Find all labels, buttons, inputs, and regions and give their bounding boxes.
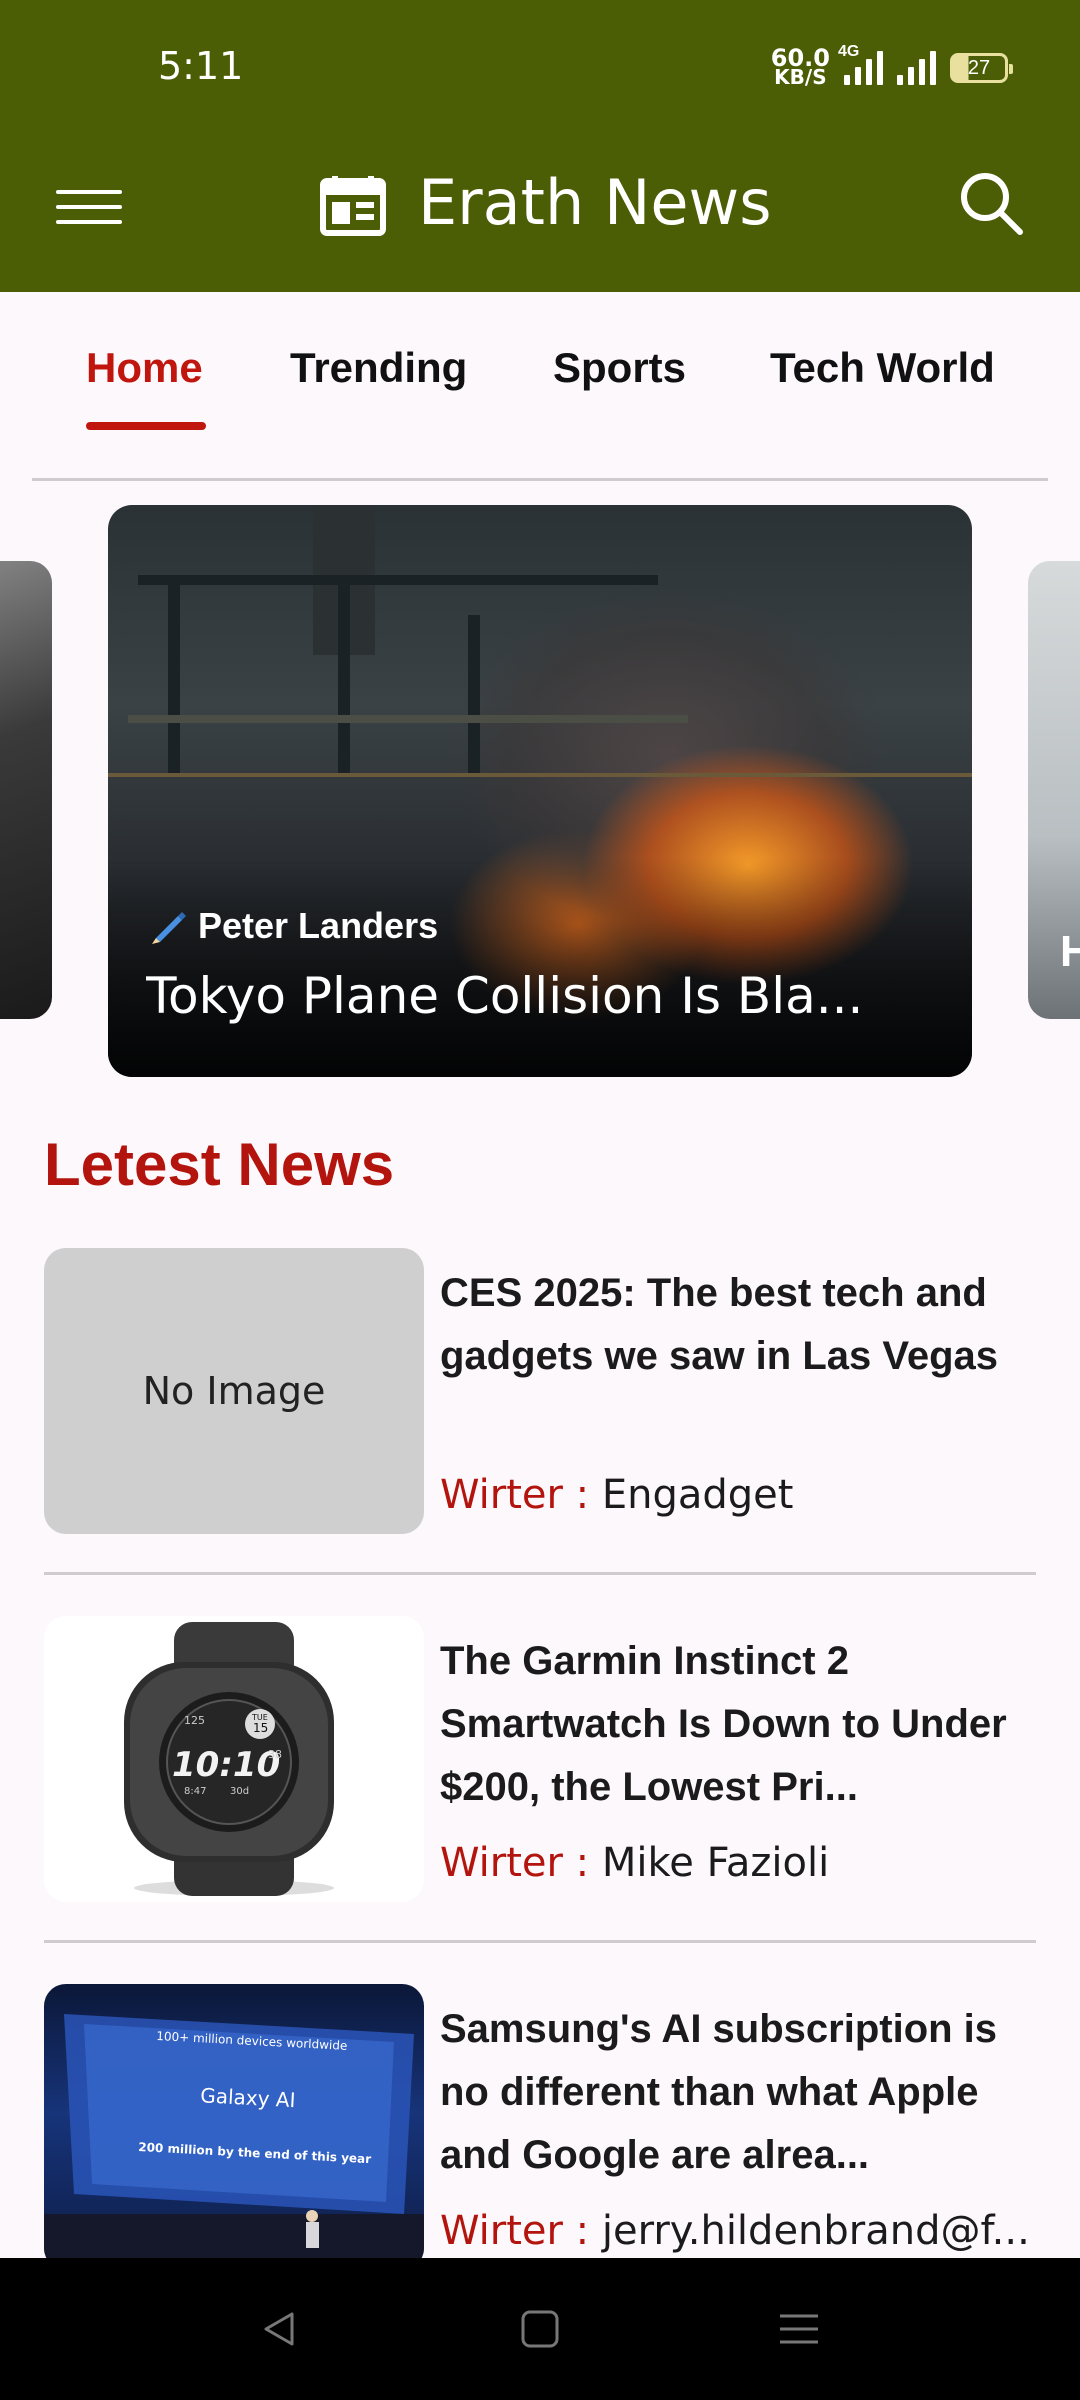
- network-speed: 60.0 KB/S: [771, 46, 830, 89]
- stage-brand: Galaxy AI: [200, 2083, 296, 2112]
- signal-4g-icon: 4G: [838, 43, 883, 85]
- news-title: Samsung's AI subscription is no differen…: [440, 2007, 998, 2177]
- writer-name: Engadget: [601, 1472, 794, 1518]
- watch-seconds: 38: [268, 1748, 282, 1761]
- tab-home[interactable]: Home: [86, 344, 203, 392]
- writer-label: Wirter :: [440, 2208, 602, 2254]
- slide-author: Peter Landers: [148, 905, 438, 947]
- no-image-label: No Image: [142, 1369, 326, 1413]
- watch-time: 10:10: [172, 1745, 280, 1785]
- latest-news-heading: Letest News: [44, 1131, 395, 1198]
- tab-sports[interactable]: Sports: [553, 344, 686, 392]
- writer-label: Wirter :: [440, 1840, 602, 1886]
- next-card-peek-text: H: [1060, 927, 1080, 976]
- app-top-bar: 5:11 60.0 KB/S 4G 27 Erath News: [0, 0, 1080, 292]
- back-icon[interactable]: [252, 2302, 306, 2356]
- news-item[interactable]: No Image CES 2025: The best tech and gad…: [44, 1248, 1036, 1536]
- slide-author-name: Peter Landers: [198, 905, 439, 946]
- network-type: 4G: [838, 43, 860, 60]
- tab-tech-world[interactable]: Tech World: [770, 344, 995, 392]
- battery-icon: 27: [950, 53, 1013, 83]
- featured-carousel[interactable]: Peter Landers Tokyo Plane Collision Is B…: [0, 505, 1080, 1077]
- smartwatch-image: 125 TUE 15 10:10 38 8:47 30d: [124, 1622, 334, 1896]
- carousel-next-card[interactable]: H: [1028, 561, 1080, 1019]
- news-divider: [44, 1572, 1036, 1575]
- status-time: 5:11: [158, 44, 244, 88]
- news-thumbnail: 125 TUE 15 10:10 38 8:47 30d: [44, 1616, 424, 1902]
- news-title: CES 2025: The best tech and gadgets we s…: [440, 1271, 999, 1378]
- pen-icon: [152, 912, 186, 944]
- news-item[interactable]: 125 TUE 15 10:10 38 8:47 30d The Garmin …: [44, 1616, 1036, 1904]
- battery-level: 27: [967, 56, 991, 79]
- news-thumbnail: 100+ million devices worldwide Galaxy AI…: [44, 1984, 424, 2270]
- slide-title: Tokyo Plane Collision Is Bla...: [146, 967, 864, 1025]
- app-title: Erath News: [418, 166, 772, 239]
- system-navigation-bar: [0, 2258, 1080, 2400]
- network-speed-unit: KB/S: [774, 65, 827, 89]
- watch-sub-days: 30d: [230, 1786, 249, 1797]
- watch-bpm: 125: [184, 1714, 205, 1727]
- home-icon[interactable]: [513, 2302, 567, 2356]
- category-tabs: Home Trending Sports Tech World: [0, 292, 1080, 481]
- writer-label: Wirter :: [440, 1472, 602, 1518]
- recents-menu-icon[interactable]: [772, 2302, 826, 2356]
- news-writer: Wirter : Engadget: [440, 1472, 1036, 1518]
- signal-icon: [897, 51, 936, 85]
- news-thumbnail-placeholder: No Image: [44, 1248, 424, 1534]
- status-icons: 60.0 KB/S 4G 27: [771, 43, 1013, 90]
- tabs-divider: [32, 478, 1048, 481]
- writer-name: jerry.hildenbrand@f...: [601, 2208, 1030, 2254]
- active-tab-indicator: [86, 422, 206, 430]
- hamburger-menu-icon[interactable]: [56, 190, 122, 224]
- news-title: The Garmin Instinct 2 Smartwatch Is Down…: [440, 1639, 1007, 1809]
- news-writer: Wirter : Mike Fazioli: [440, 1840, 1036, 1886]
- carousel-prev-card[interactable]: [0, 561, 52, 1019]
- stage-presentation-image: 100+ million devices worldwide Galaxy AI…: [44, 2014, 424, 2270]
- carousel-card[interactable]: Peter Landers Tokyo Plane Collision Is B…: [108, 505, 972, 1077]
- news-divider: [44, 1940, 1036, 1943]
- watch-date: 15: [253, 1721, 268, 1735]
- newspaper-icon: [320, 176, 386, 236]
- tab-trending[interactable]: Trending: [290, 344, 467, 392]
- news-writer: Wirter : jerry.hildenbrand@f...: [440, 2208, 1036, 2254]
- watch-sub-time: 8:47: [184, 1786, 206, 1797]
- writer-name: Mike Fazioli: [601, 1840, 830, 1886]
- search-icon[interactable]: [958, 170, 1024, 236]
- news-item[interactable]: 100+ million devices worldwide Galaxy AI…: [44, 1984, 1036, 2272]
